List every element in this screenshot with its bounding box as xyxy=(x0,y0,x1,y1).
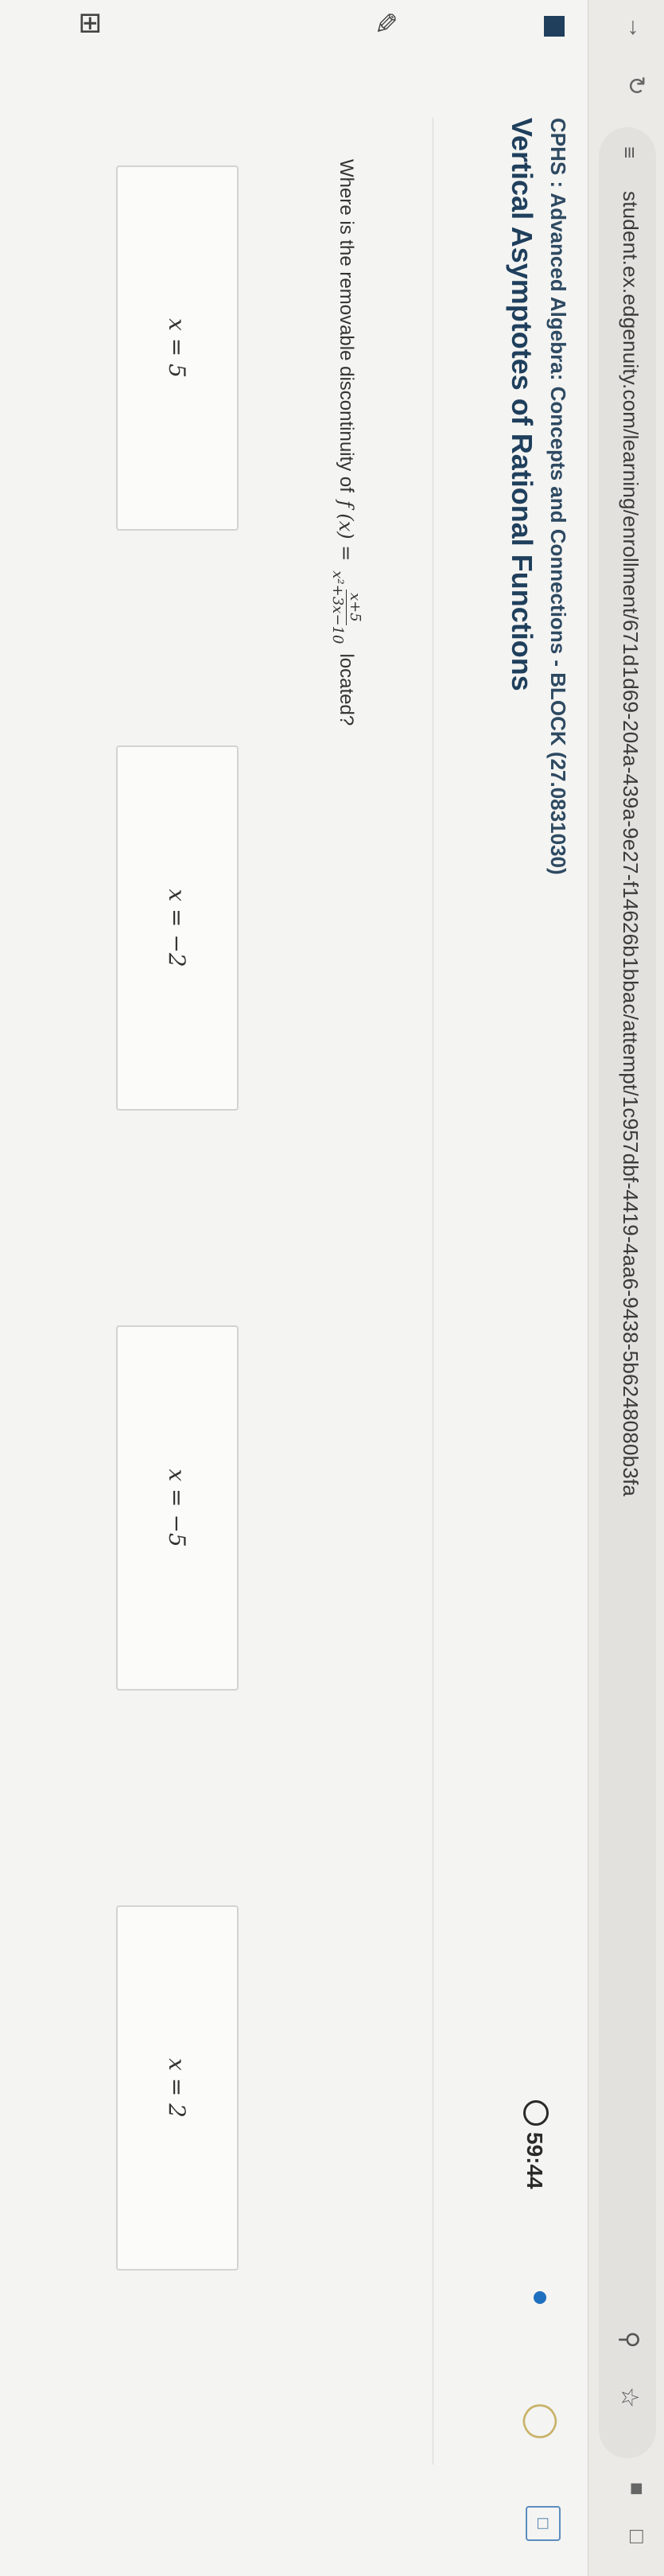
hint-bulb-icon[interactable]: ◯ xyxy=(523,2403,562,2440)
fraction-denominator: x²+3x−10 xyxy=(329,570,346,644)
bookmark-star-icon[interactable]: ☆ xyxy=(615,2387,643,2408)
sidebar-icon[interactable]: □ xyxy=(624,2530,650,2543)
page-title: Vertical Asymptotes of Rational Function… xyxy=(506,118,538,691)
reload-icon[interactable]: ↻ xyxy=(622,76,650,95)
answer-choice-1[interactable]: x = 5 xyxy=(116,165,239,531)
answer-choice-4[interactable]: x = 2 xyxy=(116,1905,239,2271)
answer-choice-3[interactable]: x = −5 xyxy=(116,1325,239,1691)
timer: 59:44 xyxy=(522,2100,549,2189)
course-tab-marker xyxy=(544,16,565,37)
address-bar[interactable]: ≡ student.ex.edgenuity.com/learning/enro… xyxy=(599,127,656,2458)
answer-choice-2[interactable]: x = −2 xyxy=(116,745,239,1111)
site-settings-icon[interactable]: ≡ xyxy=(617,146,642,158)
question-text: Where is the removable discontinuity of … xyxy=(329,159,363,726)
answer-choice-label: x = −5 xyxy=(164,1469,191,1547)
calculator-icon[interactable]: ⊞ xyxy=(74,11,107,35)
reader-button[interactable]: □ xyxy=(526,2506,561,2541)
function-lhs: f (x) = xyxy=(335,500,358,562)
browser-toolbar: → ↻ ≡ student.ex.edgenuity.com/learning/… xyxy=(588,0,664,2576)
question-prefix: Where is the removable discontinuity of xyxy=(336,159,358,492)
rational-fraction: x+5 x²+3x−10 xyxy=(329,567,363,647)
answer-choice-label: x = −2 xyxy=(164,889,191,967)
answer-choice-label: x = 5 xyxy=(164,318,191,378)
question-suffix: located? xyxy=(336,653,358,726)
url-text: student.ex.edgenuity.com/learning/enroll… xyxy=(619,191,643,1497)
timer-value: 59:44 xyxy=(522,2132,547,2189)
answer-choice-label: x = 2 xyxy=(164,2058,191,2118)
breadcrumb: CPHS : Advanced Algebra: Concepts and Co… xyxy=(546,118,570,875)
edit-icon[interactable]: ✎ xyxy=(368,11,402,35)
back-arrow-icon[interactable]: → xyxy=(623,16,650,40)
timer-icon xyxy=(523,2100,549,2126)
fraction-numerator: x+5 xyxy=(346,590,363,625)
extension-icon[interactable]: ■ xyxy=(624,2482,650,2496)
zoom-icon[interactable]: ⚲ xyxy=(615,2331,643,2348)
page-stage: → ↻ ≡ student.ex.edgenuity.com/learning/… xyxy=(0,0,664,2576)
status-dot xyxy=(534,2291,546,2304)
